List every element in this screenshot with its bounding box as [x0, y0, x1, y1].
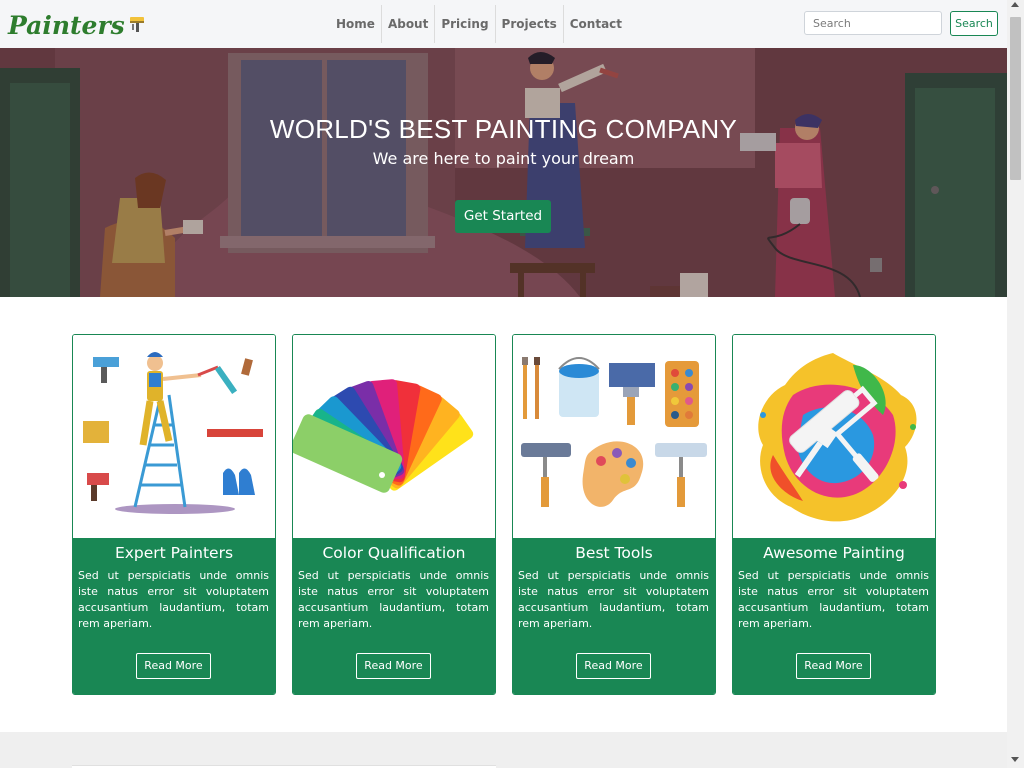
- paint-brush-icon: [129, 17, 144, 32]
- scroll-thumb[interactable]: [1010, 17, 1021, 180]
- service-card-best-tools: Best Tools Sed ut perspiciatis unde omni…: [512, 334, 716, 695]
- card-body: Expert Painters Sed ut perspiciatis unde…: [73, 538, 275, 694]
- painter-on-ladder-illustration: [73, 335, 275, 538]
- nav-link-home[interactable]: Home: [330, 5, 381, 43]
- card-text: Sed ut perspiciatis unde omnis iste natu…: [298, 569, 489, 630]
- card-title: Best Tools: [575, 544, 653, 562]
- paint-splash-roller-illustration: [733, 335, 935, 538]
- page-scrollbar[interactable]: [1007, 0, 1024, 768]
- card-text: Sed ut perspiciatis unde omnis iste natu…: [78, 569, 269, 630]
- read-more-button[interactable]: Read More: [796, 653, 871, 679]
- card-title: Color Qualification: [322, 544, 466, 562]
- read-more-button[interactable]: Read More: [356, 653, 431, 679]
- search-button[interactable]: Search: [950, 11, 998, 36]
- scroll-up-arrow-icon[interactable]: [1011, 2, 1019, 7]
- card-body: Best Tools Sed ut perspiciatis unde omni…: [513, 538, 715, 694]
- brand-logo[interactable]: Painters: [8, 8, 147, 42]
- brand-name: Painters: [8, 10, 125, 40]
- nav-link-projects[interactable]: Projects: [494, 5, 563, 43]
- hero-banner: WORLD'S BEST PAINTING COMPANY We are her…: [0, 48, 1007, 297]
- painting-tools-illustration: [513, 335, 715, 538]
- card-body: Awesome Painting Sed ut perspiciatis und…: [733, 538, 935, 694]
- scroll-down-arrow-icon[interactable]: [1011, 757, 1019, 762]
- hero-title: WORLD'S BEST PAINTING COMPANY: [269, 114, 738, 144]
- card-body: Color Qualification Sed ut perspiciatis …: [293, 538, 495, 694]
- nav-link-contact[interactable]: Contact: [562, 5, 628, 43]
- navbar: Painters Home About Pricing Projects Con…: [0, 0, 1007, 48]
- service-card-awesome-painting: Awesome Painting Sed ut perspiciatis und…: [732, 334, 936, 695]
- nav-link-about[interactable]: About: [380, 5, 434, 43]
- color-swatch-fan-illustration: [293, 335, 495, 538]
- card-title: Awesome Painting: [763, 544, 905, 562]
- read-more-button[interactable]: Read More: [136, 653, 211, 679]
- card-text: Sed ut perspiciatis unde omnis iste natu…: [518, 569, 709, 630]
- next-section: [0, 732, 1007, 769]
- hero-subtitle: We are here to paint your dream: [372, 149, 635, 168]
- read-more-button[interactable]: Read More: [576, 653, 651, 679]
- search-input[interactable]: [804, 11, 942, 35]
- service-card-expert-painters: Expert Painters Sed ut perspiciatis unde…: [72, 334, 276, 695]
- service-card-color-qualification: Color Qualification Sed ut perspiciatis …: [292, 334, 496, 695]
- nav-link-pricing[interactable]: Pricing: [434, 5, 494, 43]
- card-title: Expert Painters: [114, 544, 234, 562]
- main-nav: Home About Pricing Projects Contact: [330, 5, 628, 43]
- get-started-button[interactable]: Get Started: [455, 200, 551, 233]
- next-section-card: [72, 765, 496, 769]
- card-text: Sed ut perspiciatis unde omnis iste natu…: [738, 569, 929, 630]
- hero-background-illustration: [0, 48, 1007, 297]
